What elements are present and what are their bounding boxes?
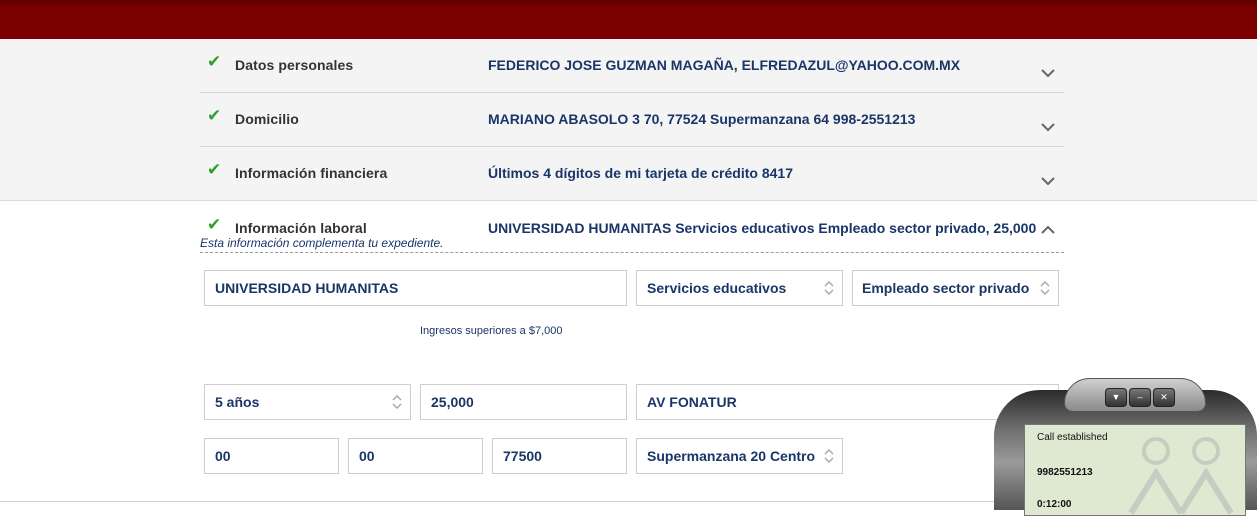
numero-exterior-value: 00: [215, 448, 231, 464]
call-timer: 0:12:00: [1037, 499, 1072, 510]
dropdown-button[interactable]: ▼: [1105, 388, 1127, 407]
codigo-postal-value: 77500: [503, 448, 542, 464]
section-summary: UNIVERSIDAD HUMANITAS Servicios educativ…: [488, 220, 1037, 236]
chevron-down-icon[interactable]: [1040, 119, 1056, 135]
giro-select[interactable]: Servicios educativos: [636, 270, 843, 306]
dashed-divider: [200, 252, 1064, 253]
call-status: Call established: [1037, 432, 1108, 443]
section-label: Datos personales: [235, 57, 354, 73]
numero-interior-value: 00: [359, 448, 375, 464]
section-summary: MARIANO ABASOLO 3 70, 77524 Supermanzana…: [488, 111, 916, 127]
select-arrows-icon: [824, 449, 834, 463]
section-label[interactable]: Información laboral: [235, 220, 367, 236]
section-informacion-financiera[interactable]: ✔ Información financiera Últimos 4 dígit…: [0, 147, 1257, 201]
close-button[interactable]: ✕: [1153, 388, 1175, 407]
codigo-postal-field[interactable]: 77500: [492, 438, 627, 474]
numero-exterior-field[interactable]: 00: [204, 438, 339, 474]
chevron-up-icon[interactable]: [1040, 222, 1056, 238]
check-icon: ✔: [207, 215, 222, 234]
check-icon: ✔: [207, 106, 222, 125]
softphone-screen: Call established 9982551213 0:12:00: [1024, 424, 1246, 516]
chevron-down-icon[interactable]: [1040, 173, 1056, 189]
section-note: Esta información complementa tu expedien…: [200, 236, 444, 250]
top-header-bar: [0, 0, 1257, 39]
ingresos-value: 25,000: [431, 394, 474, 410]
minimize-button[interactable]: –: [1129, 388, 1151, 407]
section-datos-personales[interactable]: ✔ Datos personales FEDERICO JOSE GUZMAN …: [0, 39, 1257, 93]
section-summary: Últimos 4 dígitos de mi tarjeta de crédi…: [488, 165, 793, 181]
select-arrows-icon: [392, 395, 402, 409]
check-icon: ✔: [207, 52, 222, 71]
call-number: 9982551213: [1037, 467, 1093, 478]
softphone-widget[interactable]: ▼ – ✕ Call established 9982551213 0:12:0…: [994, 378, 1257, 516]
section-label: Domicilio: [235, 111, 299, 127]
tipo-empleo-select[interactable]: Empleado sector privado: [852, 270, 1059, 306]
select-arrows-icon: [1040, 281, 1050, 295]
chevron-down-icon[interactable]: [1040, 65, 1056, 81]
empresa-field[interactable]: UNIVERSIDAD HUMANITAS: [204, 270, 627, 306]
check-icon: ✔: [207, 160, 222, 179]
section-summary: FEDERICO JOSE GUZMAN MAGAÑA, ELFREDAZUL@…: [488, 57, 961, 73]
section-domicilio[interactable]: ✔ Domicilio MARIANO ABASOLO 3 70, 77524 …: [0, 93, 1257, 147]
ingresos-hint: Ingresos superiores a $7,000: [420, 325, 563, 337]
ingresos-field[interactable]: 25,000: [420, 384, 627, 420]
people-logo-icon: [1128, 437, 1234, 515]
calle-value: AV FONATUR: [647, 394, 737, 410]
empresa-value: UNIVERSIDAD HUMANITAS: [215, 280, 399, 296]
numero-interior-field[interactable]: 00: [348, 438, 483, 474]
colonia-select[interactable]: Supermanzana 20 Centro: [636, 438, 843, 474]
tipo-empleo-value: Empleado sector privado: [862, 280, 1030, 296]
select-arrows-icon: [824, 281, 834, 295]
giro-value: Servicios educativos: [647, 280, 787, 296]
colonia-value: Supermanzana 20 Centro: [647, 448, 816, 464]
softphone-controls: ▼ – ✕: [1064, 378, 1206, 412]
antiguedad-select[interactable]: 5 años: [204, 384, 411, 420]
section-label: Información financiera: [235, 165, 388, 181]
antiguedad-value: 5 años: [215, 394, 260, 410]
